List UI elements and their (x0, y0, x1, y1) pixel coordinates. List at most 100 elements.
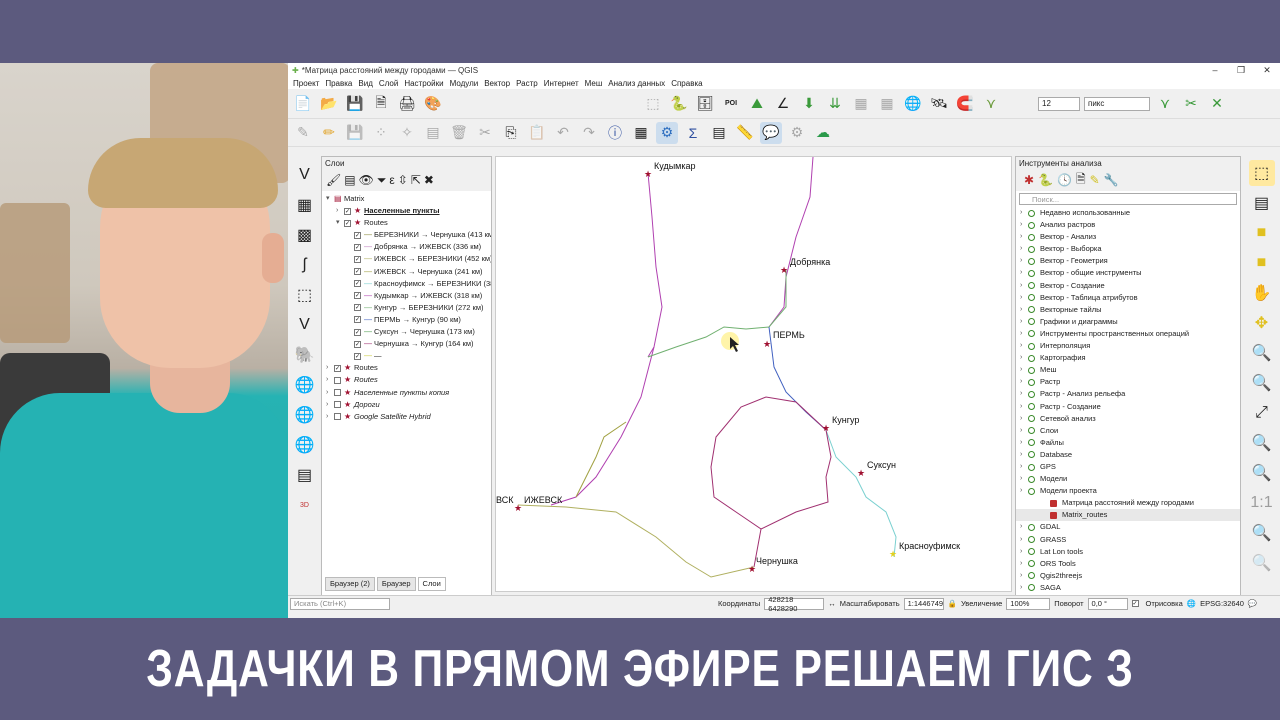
layer-checkbox[interactable] (334, 389, 341, 397)
download-all-icon[interactable]: ⇊ (824, 93, 846, 115)
chevron-right-icon[interactable]: › (1020, 570, 1028, 582)
layer-icon[interactable]: ▦ (850, 93, 872, 115)
python-scripts-icon[interactable]: 🐍 (1038, 173, 1053, 187)
edit-features-icon[interactable]: ✎ (1090, 173, 1100, 187)
layer-item[interactable]: ✓ — ПЕРМЬ → Кунгур (90 км) (322, 314, 491, 326)
layer-checkbox[interactable]: ✓ (354, 256, 361, 264)
add-raster-layer-icon[interactable]: ▦ (292, 192, 318, 218)
menu-edit[interactable]: Правка (322, 79, 355, 88)
topology-icon[interactable]: ✂ (1180, 93, 1202, 115)
add-delimited-text-icon[interactable]: ʃ (292, 252, 318, 278)
layer-item[interactable]: ✓ — ИЖЕВСК → БЕРЕЗНИКИ (452 км) (322, 253, 491, 265)
chevron-right-icon[interactable]: › (1020, 582, 1028, 594)
chevron-right-icon[interactable]: › (336, 205, 344, 217)
tool-group-item[interactable]: › Сетевой анализ (1016, 413, 1240, 425)
tool-group-item[interactable]: › Модели (1016, 473, 1240, 485)
layer-checkbox[interactable]: ✓ (354, 292, 361, 300)
zoom-next-icon[interactable]: 🔍 (1249, 550, 1275, 576)
zoom-in-icon[interactable]: 🔍 (1249, 340, 1275, 366)
copy-icon[interactable]: ⎘ (500, 122, 522, 144)
chevron-right-icon[interactable]: › (1020, 461, 1028, 473)
crs-icon[interactable]: 🌐 (1187, 599, 1196, 608)
layer-checkbox[interactable]: ✓ (354, 328, 361, 336)
layer-item[interactable]: › ✓ ★ Routes (322, 362, 491, 374)
python-console-icon[interactable]: 🐍 (668, 93, 690, 115)
layer-checkbox[interactable]: ✓ (344, 207, 351, 215)
tool-group-item[interactable]: Matrix_routes (1016, 509, 1240, 522)
tool-group-item[interactable]: › Анализ растров (1016, 219, 1240, 231)
remove-layer-icon[interactable]: ✖ (424, 173, 434, 187)
chevron-right-icon[interactable]: › (1020, 401, 1028, 413)
layer-icon[interactable]: ▦ (876, 93, 898, 115)
tool-group-item[interactable]: › Инструменты пространственных операций (1016, 328, 1240, 340)
layer-item[interactable]: ▾ ▤ Matrix (322, 193, 491, 205)
tool-group-item[interactable]: › Database (1016, 449, 1240, 461)
close-button[interactable]: ✕ (1254, 65, 1280, 76)
lock-scale-icon[interactable]: 🔒 (948, 599, 957, 608)
cut-icon[interactable]: ✂ (474, 122, 496, 144)
menu-mesh[interactable]: Меш (582, 79, 606, 88)
measure-icon[interactable]: 📏 (734, 122, 756, 144)
undo-icon[interactable]: ↶ (552, 122, 574, 144)
layer-checkbox[interactable] (334, 376, 341, 384)
chevron-down-icon[interactable]: ▾ (336, 217, 344, 229)
chevron-right-icon[interactable]: › (1020, 328, 1028, 340)
expand-icon[interactable]: ⇳ (398, 173, 408, 187)
tools-search-input[interactable]: Поиск... (1019, 193, 1237, 205)
zoom-last-icon[interactable]: 🔍 (1249, 520, 1275, 546)
messages-icon[interactable]: 💬 (1248, 599, 1257, 608)
tool-group-item[interactable]: › Вектор - Анализ (1016, 231, 1240, 243)
intersection-icon[interactable]: ✕ (1206, 93, 1228, 115)
layer-checkbox[interactable] (334, 401, 341, 409)
chevron-right-icon[interactable]: › (1020, 280, 1028, 292)
menu-vector[interactable]: Вектор (481, 79, 513, 88)
zoom-native-icon[interactable]: 1:1 (1249, 490, 1275, 516)
layer-checkbox[interactable]: ✓ (354, 243, 361, 251)
tab-layers[interactable]: Слои (417, 577, 446, 591)
pan-icon[interactable]: ✋ (1249, 280, 1275, 306)
delete-icon[interactable]: 🗑 (448, 122, 470, 144)
statistics-icon[interactable]: Σ (682, 122, 704, 144)
tool-group-item[interactable]: › Растр (1016, 376, 1240, 388)
map-svg[interactable]: ★Кудымкар★Добрянка★ПЕРМЬ★Кунгур★Суксун★И… (496, 157, 1012, 592)
save-project-icon[interactable]: 💾 (344, 93, 366, 115)
results-icon[interactable]: 🗎 (1076, 170, 1086, 191)
menu-plugins[interactable]: Модули (447, 79, 482, 88)
add-mesh-layer-icon[interactable]: ▩ (292, 222, 318, 248)
deselect-icon[interactable]: ■ (1249, 220, 1275, 246)
add-arcgis-icon[interactable]: ▤ (292, 462, 318, 488)
zoom-layer-icon[interactable]: 🔍 (1249, 460, 1275, 486)
chevron-right-icon[interactable]: › (1020, 485, 1028, 497)
add-3d-icon[interactable]: 3D (292, 492, 318, 518)
layer-item[interactable]: ✓ — Суксун → Чернушка (173 км) (322, 326, 491, 338)
locator-search-input[interactable]: Искать (Ctrl+K) (290, 597, 390, 610)
tool-group-item[interactable]: › Файлы (1016, 437, 1240, 449)
layer-checkbox[interactable]: ✓ (354, 304, 361, 312)
attribute-table-icon[interactable]: ▦ (630, 122, 652, 144)
tab-browser[interactable]: Браузер (376, 577, 416, 591)
chevron-right-icon[interactable]: › (326, 387, 334, 399)
menu-processing[interactable]: Анализ данных (605, 79, 668, 88)
chevron-right-icon[interactable]: › (326, 362, 334, 374)
chevron-right-icon[interactable]: › (1020, 473, 1028, 485)
paste-icon[interactable]: 📋 (526, 122, 548, 144)
zoom-field[interactable]: 100% (1006, 597, 1051, 610)
tool-group-item[interactable]: › Интерполяция (1016, 340, 1240, 352)
layer-item[interactable]: › ★ Google Satellite Hybrid (322, 411, 491, 423)
layer-checkbox[interactable]: ✓ (354, 231, 361, 239)
pencil-icon[interactable]: ✎ (292, 122, 314, 144)
layer-item[interactable]: ▾ ✓ ★ Routes (322, 217, 491, 229)
chevron-down-icon[interactable]: ▾ (326, 193, 334, 205)
chevron-right-icon[interactable]: › (1020, 243, 1028, 255)
expression-filter-icon[interactable]: ε (389, 173, 394, 187)
tool-group-item[interactable]: › Растр - Анализ рельефа (1016, 388, 1240, 400)
trace-icon[interactable]: ⋎ (1154, 93, 1176, 115)
menu-settings[interactable]: Настройки (401, 79, 446, 88)
add-group-icon[interactable]: ▤ (344, 173, 355, 187)
zoom-selection-icon[interactable]: 🔍 (1249, 430, 1275, 456)
history-icon[interactable]: 🕓 (1057, 173, 1072, 187)
unit-select[interactable]: пикс (1084, 96, 1150, 111)
layer-item[interactable]: ✓ — — (322, 350, 491, 362)
layer-item[interactable]: › ★ Routes (322, 374, 491, 386)
zoom-full-icon[interactable]: ⤢ (1249, 400, 1275, 426)
